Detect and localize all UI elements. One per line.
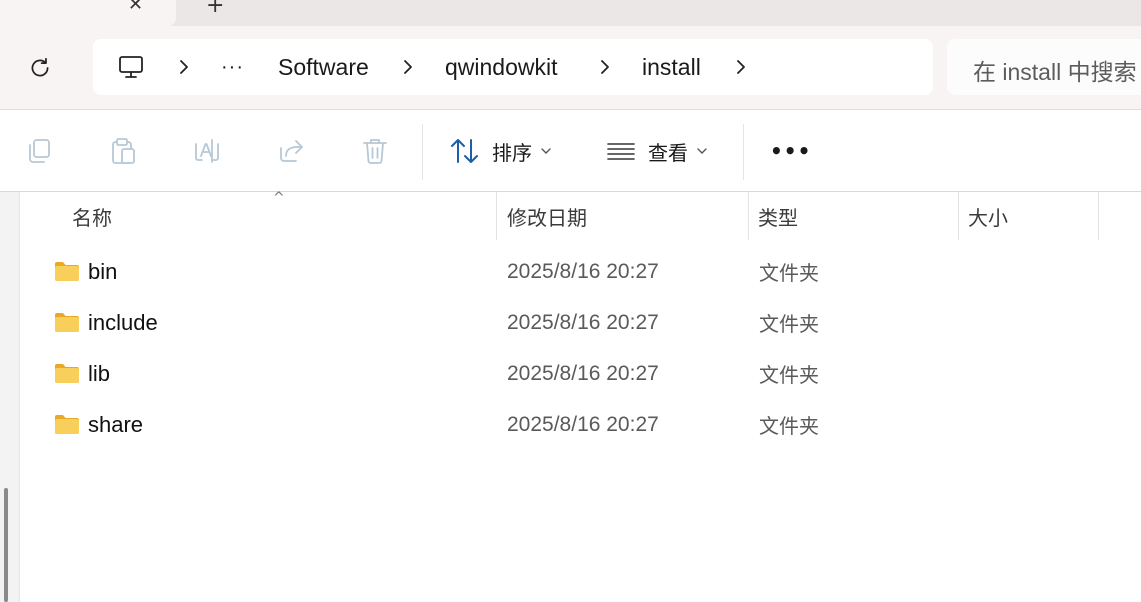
file-type: 文件夹: [759, 414, 819, 438]
more-options-button[interactable]: •••: [770, 132, 811, 170]
search-placeholder: 在 install 中搜索: [973, 59, 1137, 85]
navigation-pane-edge: [0, 192, 20, 602]
chevron-down-icon: [697, 148, 707, 154]
folder-icon: [55, 313, 79, 332]
delete-icon[interactable]: [360, 136, 390, 166]
toolbar-divider: [743, 124, 744, 180]
breadcrumb-item-qwindowkit[interactable]: qwindowkit: [445, 39, 558, 95]
column-header-name[interactable]: 名称: [72, 192, 496, 240]
file-modified: 2025/8/16 20:27: [507, 310, 659, 334]
this-pc-button[interactable]: [117, 39, 145, 95]
chevron-right-icon[interactable]: [734, 57, 748, 77]
copy-icon[interactable]: [24, 136, 54, 166]
file-name: bin: [88, 258, 118, 284]
file-name: lib: [88, 360, 111, 386]
column-divider[interactable]: [496, 192, 497, 240]
rename-icon[interactable]: [192, 136, 222, 166]
file-name: include: [88, 309, 158, 335]
file-row[interactable]: lib 2025/8/16 20:27 文件夹: [20, 348, 1141, 399]
new-tab-icon[interactable]: +: [206, 0, 224, 18]
file-modified: 2025/8/16 20:27: [507, 361, 659, 385]
file-modified: 2025/8/16 20:27: [507, 412, 659, 436]
folder-icon: [55, 364, 79, 383]
column-divider[interactable]: [748, 192, 749, 240]
file-row[interactable]: include 2025/8/16 20:27 文件夹: [20, 297, 1141, 348]
column-divider[interactable]: [1098, 192, 1099, 240]
breadcrumb-item-software[interactable]: Software: [278, 39, 369, 95]
view-list-icon: [607, 143, 635, 160]
search-input[interactable]: 在 install 中搜索: [947, 39, 1141, 95]
chevron-right-icon[interactable]: [177, 57, 191, 77]
sort-icon: [451, 139, 478, 163]
sort-button[interactable]: 排序: [450, 132, 552, 170]
file-type: 文件夹: [759, 261, 819, 285]
chevron-right-icon[interactable]: [598, 57, 612, 77]
column-divider[interactable]: [958, 192, 959, 240]
file-modified: 2025/8/16 20:27: [507, 259, 659, 283]
view-button[interactable]: 查看: [606, 132, 708, 170]
column-header-type[interactable]: 类型: [758, 192, 958, 240]
file-type: 文件夹: [759, 363, 819, 387]
this-pc-icon: [119, 56, 143, 78]
breadcrumb-overflow-button[interactable]: ···: [221, 39, 244, 95]
tab-strip: ✕ +: [0, 0, 1141, 26]
refresh-icon: [31, 57, 49, 77]
refresh-button[interactable]: [26, 54, 54, 82]
command-bar: 排序 查看 •••: [0, 110, 1141, 192]
folder-icon: [55, 262, 79, 281]
view-label: 查看: [648, 140, 688, 165]
sort-label: 排序: [492, 140, 532, 165]
share-icon[interactable]: [276, 136, 306, 166]
breadcrumb[interactable]: ··· Software qwindowkit install: [93, 39, 933, 95]
column-header-date[interactable]: 修改日期: [507, 192, 747, 240]
file-list: ^ 名称 修改日期 类型 大小 bin 2025/8/16 20:27 文件夹 …: [20, 190, 1141, 602]
column-header-row: ^ 名称 修改日期 类型 大小: [20, 190, 1141, 240]
more-icon: •••: [770, 139, 812, 163]
column-header-size[interactable]: 大小: [968, 192, 1098, 240]
chevron-right-icon[interactable]: [401, 57, 415, 77]
active-tab[interactable]: ✕: [0, 0, 176, 26]
file-type: 文件夹: [759, 312, 819, 336]
scrollbar-thumb[interactable]: [4, 488, 8, 602]
paste-icon[interactable]: [108, 136, 138, 166]
toolbar-divider: [422, 124, 423, 180]
address-row: ··· Software qwindowkit install 在 instal…: [0, 26, 1141, 110]
folder-icon: [55, 415, 79, 434]
close-tab-icon[interactable]: ✕: [128, 0, 143, 15]
file-row[interactable]: bin 2025/8/16 20:27 文件夹: [20, 246, 1141, 297]
file-name: share: [88, 411, 144, 437]
file-row[interactable]: share 2025/8/16 20:27 文件夹: [20, 399, 1141, 450]
chevron-down-icon: [541, 148, 551, 154]
breadcrumb-item-install[interactable]: install: [642, 39, 701, 95]
